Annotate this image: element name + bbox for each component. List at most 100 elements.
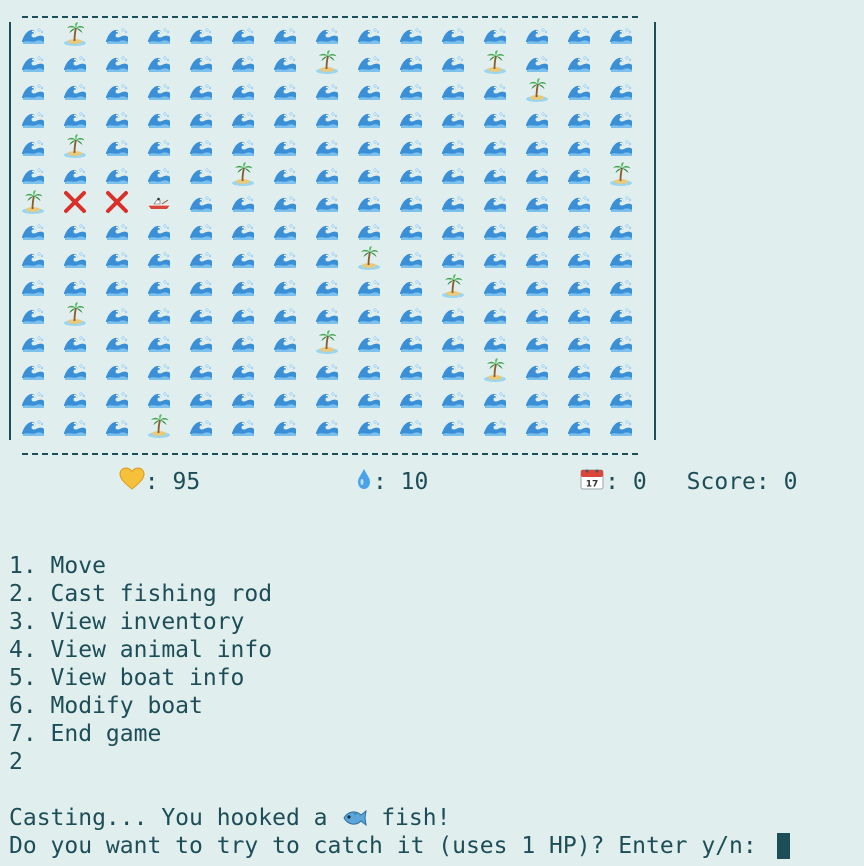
menu-item-move: 1. Move xyxy=(9,553,106,579)
water-wave-icon xyxy=(266,21,304,47)
water-wave-icon xyxy=(266,301,304,327)
water-wave-icon xyxy=(392,245,430,271)
water-wave-icon xyxy=(308,189,346,215)
water-wave-icon xyxy=(560,49,598,75)
water-wave-icon xyxy=(434,217,472,243)
water-wave-icon xyxy=(224,49,262,75)
water-wave-icon xyxy=(392,301,430,327)
water-wave-icon xyxy=(140,329,178,355)
island-icon xyxy=(140,413,178,439)
water-wave-icon xyxy=(14,301,52,327)
water-wave-icon xyxy=(56,357,94,383)
water-wave-icon xyxy=(350,189,388,215)
water-wave-icon xyxy=(308,357,346,383)
water-wave-icon xyxy=(350,273,388,299)
water-wave-icon xyxy=(266,217,304,243)
island-icon xyxy=(14,189,52,215)
island-icon xyxy=(350,245,388,271)
water-wave-icon xyxy=(518,217,556,243)
water-wave-icon xyxy=(560,189,598,215)
water-wave-icon xyxy=(560,21,598,47)
water-wave-icon xyxy=(56,49,94,75)
water-wave-icon xyxy=(98,133,136,159)
water-wave-icon xyxy=(392,21,430,47)
visited-x-icon xyxy=(98,189,136,215)
menu-item-modify-boat: 6. Modify boat xyxy=(9,693,203,719)
water-wave-icon xyxy=(182,49,220,75)
water-wave-icon xyxy=(98,301,136,327)
island-icon xyxy=(224,161,262,187)
water-wave-icon xyxy=(14,413,52,439)
water-wave-icon xyxy=(98,329,136,355)
water-wave-icon xyxy=(182,105,220,131)
water-wave-icon xyxy=(224,273,262,299)
water-wave-icon xyxy=(140,49,178,75)
water-wave-icon xyxy=(14,357,52,383)
water-wave-icon xyxy=(350,21,388,47)
island-icon xyxy=(308,49,346,75)
water-wave-icon xyxy=(476,273,514,299)
water-wave-icon xyxy=(98,49,136,75)
water-wave-icon xyxy=(518,357,556,383)
water-wave-icon xyxy=(602,21,640,47)
water-wave-icon xyxy=(266,245,304,271)
water-wave-icon xyxy=(350,413,388,439)
water-wave-icon xyxy=(560,273,598,299)
island-icon xyxy=(308,329,346,355)
terminal-window: : 95 : 10 17 : 0 Score: 0 1. Move 2. Cas… xyxy=(0,0,864,866)
water-wave-icon xyxy=(350,77,388,103)
water-wave-icon xyxy=(56,217,94,243)
water-wave-icon xyxy=(56,245,94,271)
island-icon xyxy=(56,133,94,159)
water-wave-icon xyxy=(350,301,388,327)
visited-x-icon xyxy=(56,189,94,215)
water-wave-icon xyxy=(518,273,556,299)
water-wave-icon xyxy=(224,385,262,411)
water-wave-icon xyxy=(518,49,556,75)
water-wave-icon xyxy=(602,273,640,299)
water-wave-icon xyxy=(56,329,94,355)
water-wave-icon xyxy=(224,105,262,131)
water-wave-icon xyxy=(476,161,514,187)
water-wave-icon xyxy=(434,189,472,215)
water-wave-icon xyxy=(434,133,472,159)
water-wave-icon xyxy=(224,357,262,383)
water-wave-icon xyxy=(140,161,178,187)
water-wave-icon xyxy=(476,245,514,271)
water-wave-icon xyxy=(434,21,472,47)
water-wave-icon xyxy=(518,329,556,355)
water-wave-icon xyxy=(140,245,178,271)
water-wave-icon xyxy=(56,413,94,439)
svg-text:17: 17 xyxy=(586,480,599,490)
menu-item-view-boat-info: 5. View boat info xyxy=(9,665,245,691)
water-wave-icon xyxy=(392,189,430,215)
water-wave-icon xyxy=(434,413,472,439)
water-wave-icon xyxy=(602,217,640,243)
water-wave-icon xyxy=(98,357,136,383)
water-wave-icon xyxy=(476,21,514,47)
menu-item-view-animal-info: 4. View animal info xyxy=(9,637,273,663)
water-wave-icon xyxy=(560,105,598,131)
terminal-input-cursor[interactable] xyxy=(776,833,790,859)
map-top-border xyxy=(22,16,638,18)
water-wave-icon xyxy=(560,161,598,187)
water-wave-icon xyxy=(98,217,136,243)
water-wave-icon xyxy=(98,273,136,299)
water-wave-icon xyxy=(350,133,388,159)
water-wave-icon xyxy=(14,77,52,103)
water-wave-icon xyxy=(98,385,136,411)
water-wave-icon xyxy=(560,133,598,159)
water-wave-icon xyxy=(392,133,430,159)
water-drop-icon xyxy=(244,441,373,523)
water-wave-icon xyxy=(476,413,514,439)
water-wave-icon xyxy=(140,21,178,47)
water-wave-icon xyxy=(308,413,346,439)
water-wave-icon xyxy=(140,357,178,383)
water-wave-icon xyxy=(308,105,346,131)
water-wave-icon xyxy=(224,329,262,355)
water-wave-icon xyxy=(350,49,388,75)
water-wave-icon xyxy=(14,105,52,131)
water-wave-icon xyxy=(350,329,388,355)
water-wave-icon xyxy=(392,385,430,411)
water-wave-icon xyxy=(434,105,472,131)
